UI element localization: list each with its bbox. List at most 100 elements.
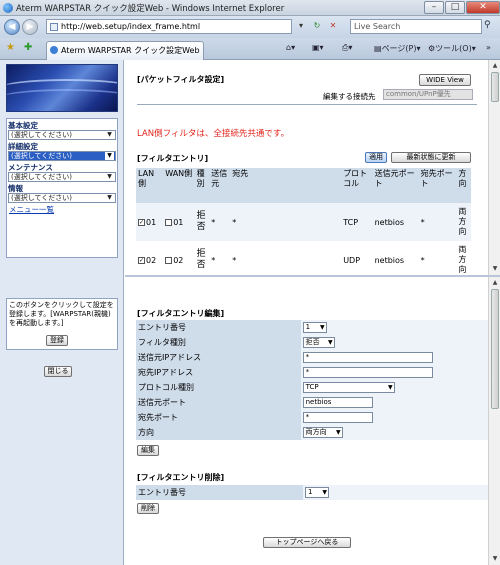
forward-button[interactable]: ▶ xyxy=(22,19,38,35)
refresh-status-button[interactable]: 最新状態に更新 xyxy=(391,152,471,163)
maximize-button[interactable]: □ xyxy=(445,1,465,14)
dst-cell: * xyxy=(230,203,342,241)
menu-label-info: 情報 xyxy=(8,184,23,193)
apply-button[interactable]: 適用 xyxy=(365,152,387,163)
search-icon[interactable]: ⚲ xyxy=(484,20,491,30)
protocol-label: プロトコル種別 xyxy=(136,380,301,395)
lan-cell[interactable]: ✓ 02 xyxy=(136,241,164,279)
edit-row: プロトコル種別 TCP ▼ xyxy=(136,380,488,395)
edit-row: エントリ番号 1 ▼ xyxy=(136,320,488,335)
type-cell: 拒否 xyxy=(194,203,210,241)
edit-title: [フィルタエントリ編集] xyxy=(137,309,225,318)
wan-cell[interactable]: 01 xyxy=(163,203,195,241)
dst-port-input[interactable]: * xyxy=(302,412,373,423)
warpstar-logo xyxy=(6,64,118,112)
delete-entry-label: エントリ番号 xyxy=(136,485,304,500)
add-favorites-icon[interactable]: ✚ xyxy=(24,42,32,53)
detail-settings-select[interactable]: (選択してください) ▼ xyxy=(8,151,116,161)
page-title: [パケットフィルタ設定] xyxy=(137,75,225,84)
upper-scroll-thumb[interactable] xyxy=(491,72,499,102)
dst-port-cell: * xyxy=(300,410,488,425)
scroll-down-icon[interactable]: ▼ xyxy=(491,265,499,273)
title-bar: Aterm WARPSTAR クイック設定Web - Windows Inter… xyxy=(0,0,500,16)
wan-cell[interactable]: 02 xyxy=(163,241,195,279)
protocol-select[interactable]: TCP ▼ xyxy=(302,382,395,393)
table-header: LAN側 WAN側 種別 送信元 宛先 プロトコル 送信元ポート 宛先ポート 方… xyxy=(136,168,471,203)
proto-cell: UDP xyxy=(341,241,373,279)
delete-entry-select[interactable]: 1 ▼ xyxy=(305,487,330,498)
home-icon[interactable]: ⌂▾ xyxy=(286,43,295,52)
src-ip-input[interactable]: * xyxy=(302,352,433,363)
lan-checkbox[interactable]: ✓ xyxy=(138,218,145,226)
wan-checkbox[interactable] xyxy=(165,256,173,264)
lower-scrollbar[interactable]: ▲ ▼ xyxy=(488,277,500,565)
ie-icon xyxy=(3,3,13,13)
tools-menu[interactable]: ⚙ツール(O)▾ xyxy=(428,43,476,54)
refresh-icon[interactable]: ↻ xyxy=(310,20,324,33)
edit-button[interactable]: 編集 xyxy=(137,445,159,456)
close-button[interactable]: 閉じる xyxy=(44,366,72,377)
tab-aterm[interactable]: Aterm WARPSTAR クイック設定Web xyxy=(46,41,204,60)
entry-title: [フィルタエントリ] xyxy=(137,154,209,163)
address-dropdown-button[interactable]: ▾ xyxy=(294,20,308,33)
filter-table: LAN側 WAN側 種別 送信元 宛先 プロトコル 送信元ポート 宛先ポート 方… xyxy=(136,168,471,279)
feeds-icon[interactable]: ▣▾ xyxy=(312,43,324,52)
protocol-cell: TCP ▼ xyxy=(300,380,488,395)
connection-select[interactable]: common/UPnP優先 xyxy=(383,89,473,100)
scroll-down-icon[interactable]: ▼ xyxy=(491,555,499,563)
search-input[interactable]: Live Search xyxy=(350,19,482,34)
lower-scroll-thumb[interactable] xyxy=(491,289,499,409)
lan-cell[interactable]: ✓ 01 xyxy=(136,203,164,241)
entry-no-value: 1 xyxy=(305,323,311,331)
stop-icon[interactable]: ✕ xyxy=(326,20,340,33)
register-button[interactable]: 登録 xyxy=(46,335,68,346)
chevron-down-icon: ▼ xyxy=(107,194,112,201)
maintenance-select[interactable]: (選択してください) ▼ xyxy=(8,172,116,182)
col-dport: 宛先ポート xyxy=(418,168,457,203)
edit-row: 宛先ポート * xyxy=(136,410,488,425)
src-cell: * xyxy=(209,203,231,241)
col-lan: LAN側 xyxy=(136,168,164,203)
edit-row: フィルタ種別 拒否 ▼ xyxy=(136,335,488,350)
src-port-cell: netbios xyxy=(300,395,488,410)
url-field[interactable]: http://web.setup/index_frame.html xyxy=(46,19,292,34)
page-menu-label: ページ(P) xyxy=(381,44,417,53)
info-value: (選択してください) xyxy=(11,194,73,202)
menu-label-maintenance: メンテナンス xyxy=(8,163,53,172)
more-icon[interactable]: » xyxy=(486,43,491,52)
delete-button[interactable]: 削除 xyxy=(137,503,159,514)
favorites-star-icon[interactable]: ★ xyxy=(6,42,15,53)
scroll-up-icon[interactable]: ▲ xyxy=(491,279,499,287)
direction-label: 方向 xyxy=(136,425,301,440)
entry-no-select[interactable]: 1 ▼ xyxy=(302,322,327,333)
src-ip-label: 送信元IPアドレス xyxy=(136,350,301,365)
print-icon[interactable]: ⎙▾ xyxy=(342,43,352,53)
lan-value: 01 xyxy=(146,217,157,227)
wan-checkbox[interactable] xyxy=(165,218,173,226)
back-button[interactable]: ◀ xyxy=(4,19,20,35)
top-page-button[interactable]: トップページへ戻る xyxy=(263,537,351,548)
scroll-up-icon[interactable]: ▲ xyxy=(491,62,499,70)
lan-checkbox[interactable]: ✓ xyxy=(138,256,145,264)
minimize-button[interactable]: – xyxy=(424,1,444,14)
direction-select[interactable]: 両方向 ▼ xyxy=(302,427,343,438)
info-select[interactable]: (選択してください) ▼ xyxy=(8,193,116,203)
edit-row: 宛先IPアドレス * xyxy=(136,365,488,380)
tab-label: Aterm WARPSTAR クイック設定Web xyxy=(61,46,200,55)
maintenance-value: (選択してください) xyxy=(11,173,73,181)
dst-ip-input[interactable]: * xyxy=(302,367,433,378)
basic-settings-select[interactable]: (選択してください) ▼ xyxy=(8,130,116,140)
page-menu[interactable]: ▤ページ(P)▾ xyxy=(374,43,420,54)
upper-scrollbar[interactable]: ▲ ▼ xyxy=(488,60,500,275)
wide-view-button[interactable]: WIDE View xyxy=(419,74,471,86)
dst-cell: * xyxy=(230,241,342,279)
direction-value: 両方向 xyxy=(305,428,327,436)
menu-list-link[interactable]: メニュー一覧 xyxy=(7,205,117,215)
filter-type-cell: 拒否 ▼ xyxy=(300,335,488,350)
entry-no-cell: 1 ▼ xyxy=(300,320,488,335)
close-window-button[interactable]: ✕ xyxy=(466,1,500,14)
window-title: Aterm WARPSTAR クイック設定Web - Windows Inter… xyxy=(16,4,285,14)
src-port-input[interactable]: netbios xyxy=(302,397,373,408)
tab-ie-icon xyxy=(50,46,58,54)
filter-type-select[interactable]: 拒否 ▼ xyxy=(302,337,335,348)
